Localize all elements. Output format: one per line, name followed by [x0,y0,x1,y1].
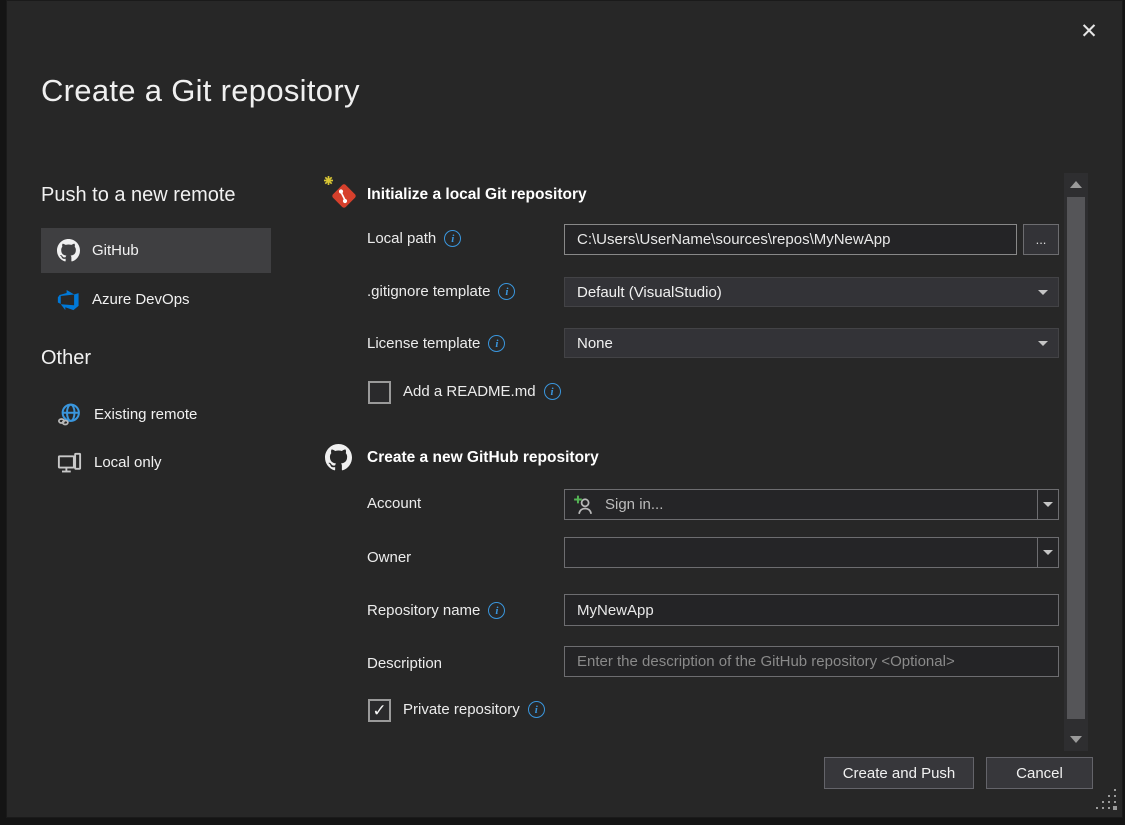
owner-dropdown-button[interactable] [1037,538,1058,567]
github-section-title: Create a new GitHub repository [367,449,599,467]
azure-devops-icon [57,288,80,311]
computer-icon [57,450,82,475]
init-local-section-title: Initialize a local Git repository [367,186,587,204]
readme-label: Add a README.md i [403,383,561,400]
add-user-icon [573,494,595,516]
description-label: Description [367,655,442,672]
description-input[interactable] [564,646,1059,677]
local-path-label: Local path i [367,230,461,247]
info-icon[interactable]: i [444,230,461,247]
info-icon[interactable]: i [498,283,515,300]
sidebar-item-azure-devops[interactable]: Azure DevOps [41,277,271,321]
other-heading: Other [41,347,91,370]
private-repository-checkbox[interactable]: ✓ [368,699,391,722]
chevron-down-icon [1043,502,1053,507]
sidebar-item-label: Existing remote [94,406,197,423]
sidebar-item-github[interactable]: GitHub [41,228,271,273]
local-path-input[interactable] [564,224,1017,255]
new-git-repo-icon [323,175,361,218]
sidebar-item-label: Local only [94,454,162,471]
owner-label: Owner [367,549,411,566]
info-icon[interactable]: i [544,383,561,400]
account-dropdown-button[interactable] [1037,490,1058,519]
browse-button[interactable]: ... [1023,224,1059,255]
sidebar-item-existing-remote[interactable]: Existing remote [41,395,271,433]
create-git-repository-dialog: Create a Git repository ✕ Push to a new … [6,0,1123,818]
create-and-push-button[interactable]: Create and Push [824,757,974,789]
github-icon [57,239,80,262]
owner-combobox[interactable] [564,537,1059,568]
github-section-icon [325,444,352,476]
dropdown-value: Default (VisualStudio) [577,284,722,301]
license-template-label: License template i [367,335,505,352]
repository-name-label: Repository name i [367,602,505,619]
scrollbar-thumb[interactable] [1067,197,1085,719]
sidebar-item-label: Azure DevOps [92,291,190,308]
readme-checkbox[interactable] [368,381,391,404]
gitignore-template-label: .gitignore template i [367,283,515,300]
info-icon[interactable]: i [528,701,545,718]
info-icon[interactable]: i [488,602,505,619]
chevron-down-icon [1038,290,1048,295]
vertical-scrollbar[interactable] [1064,173,1088,751]
gitignore-template-dropdown[interactable]: Default (VisualStudio) [564,277,1059,307]
repository-name-input[interactable] [564,594,1059,626]
info-icon[interactable]: i [488,335,505,352]
dropdown-value: None [577,335,613,352]
chevron-down-icon [1043,550,1053,555]
license-template-dropdown[interactable]: None [564,328,1059,358]
dialog-title: Create a Git repository [41,73,360,109]
account-label: Account [367,495,421,512]
cancel-button[interactable]: Cancel [986,757,1093,789]
account-combobox[interactable]: Sign in... [564,489,1059,520]
scroll-down-icon[interactable] [1070,736,1082,743]
sidebar-item-label: GitHub [92,242,139,259]
account-value: Sign in... [605,496,663,513]
push-remote-heading: Push to a new remote [41,184,236,207]
close-icon[interactable]: ✕ [1071,13,1107,49]
chevron-down-icon [1038,341,1048,346]
private-repository-label: Private repository i [403,701,545,718]
resize-grip[interactable] [1114,807,1116,809]
sidebar-item-local-only[interactable]: Local only [41,443,271,481]
scroll-up-icon[interactable] [1070,181,1082,188]
globe-link-icon [57,402,82,427]
